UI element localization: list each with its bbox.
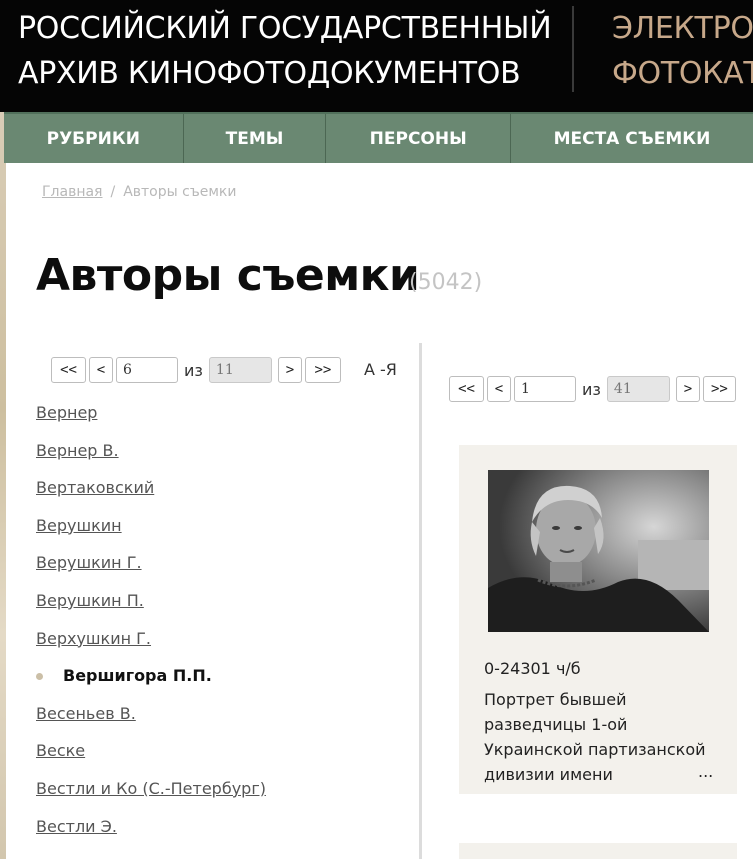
authors-pager-of-label: из: [184, 360, 203, 380]
author-name: Вертаковский: [36, 478, 155, 498]
nav-item-themes[interactable]: ТЕМЫ: [184, 114, 327, 163]
author-name: Вершигора П.П.: [63, 666, 212, 686]
authors-next-page-button[interactable]: >: [277, 357, 302, 383]
author-name: Вестли Э.: [36, 816, 117, 836]
author-item-active[interactable]: Вершигора П.П.: [36, 663, 266, 701]
author-item[interactable]: Вестли и Ко (С.-Петербург): [36, 776, 266, 814]
authors-count: (5042): [409, 270, 483, 295]
site-title-line2: АРХИВ КИНОФОТОДОКУМЕНТОВ: [18, 56, 521, 91]
nav-item-rubrics[interactable]: РУБРИКИ: [4, 114, 184, 163]
photos-pager-of-label: из: [582, 379, 601, 399]
page-title: Авторы съемки: [36, 250, 420, 301]
sort-alphabet-link[interactable]: А -Я: [364, 360, 397, 379]
author-item[interactable]: Верушкин: [36, 513, 266, 551]
background-strip: [0, 110, 6, 859]
header-divider: [572, 6, 574, 92]
photos-prev-page-button[interactable]: <: [487, 376, 511, 402]
author-name: Вестли и Ко (С.-Петербург): [36, 778, 266, 798]
author-name: Веске: [36, 741, 86, 761]
author-name: Верушкин П.: [36, 590, 144, 610]
breadcrumb-current: Авторы съемки: [123, 184, 237, 200]
site-header: РОССИЙСКИЙ ГОСУДАРСТВЕННЫЙ АРХИВ КИНОФОТ…: [0, 0, 753, 112]
photo-description-more[interactable]: ...: [698, 762, 713, 781]
author-item[interactable]: Вернер В.: [36, 438, 266, 476]
site-title-line1: РОССИЙСКИЙ ГОСУДАРСТВЕННЫЙ: [18, 11, 552, 46]
authors-last-page-button[interactable]: >>: [304, 357, 341, 383]
photos-page-input[interactable]: 1: [514, 376, 576, 402]
photos-pager: << < 1 из 41 > >>: [449, 376, 739, 402]
author-name: Вернер В.: [36, 440, 119, 460]
nav-item-locations[interactable]: МЕСТА СЪЕМКИ: [511, 114, 753, 163]
photos-total-pages: 41: [606, 376, 670, 402]
active-bullet-icon: [36, 673, 43, 681]
nav-item-persons[interactable]: ПЕРСОНЫ: [326, 114, 511, 163]
authors-page-input[interactable]: 6: [116, 357, 178, 383]
photos-last-page-button[interactable]: >>: [702, 376, 736, 402]
portrait-photo-image: [488, 470, 709, 632]
photo-card-next[interactable]: [459, 843, 737, 859]
photos-next-page-button[interactable]: >: [675, 376, 700, 402]
author-item[interactable]: Вестли Э.: [36, 814, 266, 852]
column-divider: [419, 343, 422, 859]
authors-total-pages: 11: [208, 357, 272, 383]
author-item[interactable]: Веске: [36, 738, 266, 776]
author-item[interactable]: Верушкин П.: [36, 588, 266, 626]
author-name: Верхушкин Г.: [36, 628, 152, 648]
breadcrumb: Главная / Авторы съемки: [42, 184, 236, 200]
author-item[interactable]: Вертаковский: [36, 475, 266, 513]
authors-prev-page-button[interactable]: <: [89, 357, 113, 383]
main-nav: РУБРИКИ ТЕМЫ ПЕРСОНЫ МЕСТА СЪЕМКИ: [4, 112, 753, 163]
catalog-title-line2: ФОТОКАТА: [612, 56, 753, 91]
breadcrumb-separator: /: [110, 184, 116, 200]
author-name: Весеньев В.: [36, 703, 136, 723]
catalog-title-line1: ЭЛЕКТРОН: [612, 11, 753, 46]
breadcrumb-home-link[interactable]: Главная: [42, 184, 102, 200]
author-name: Верушкин: [36, 515, 122, 535]
author-name: Вернер: [36, 403, 98, 422]
author-name: Верушкин Г.: [36, 553, 142, 573]
photo-description: Портрет бывшей разведчицы 1-ой Украинско…: [484, 690, 706, 784]
photos-first-page-button[interactable]: <<: [449, 376, 484, 402]
photo-card[interactable]: 0-24301 ч/б Портрет бывшей разведчицы 1-…: [459, 445, 737, 794]
author-list: Вернер Вернер В. Вертаковский Верушкин Веруш…: [36, 400, 266, 851]
author-item[interactable]: Верушкин Г.: [36, 550, 266, 588]
author-item[interactable]: Вернер: [36, 400, 266, 438]
authors-first-page-button[interactable]: <<: [51, 357, 86, 383]
photo-code: 0-24301 ч/б: [484, 659, 581, 678]
site-title[interactable]: РОССИЙСКИЙ ГОСУДАРСТВЕННЫЙ АРХИВ КИНОФОТ…: [18, 6, 552, 96]
authors-pager: << < 6 из 11 > >>: [51, 357, 344, 383]
author-item[interactable]: Весеньев В.: [36, 701, 266, 739]
photo-thumbnail[interactable]: [488, 470, 709, 632]
author-item[interactable]: Верхушкин Г.: [36, 626, 266, 664]
catalog-title[interactable]: ЭЛЕКТРОН ФОТОКАТА: [612, 6, 753, 96]
